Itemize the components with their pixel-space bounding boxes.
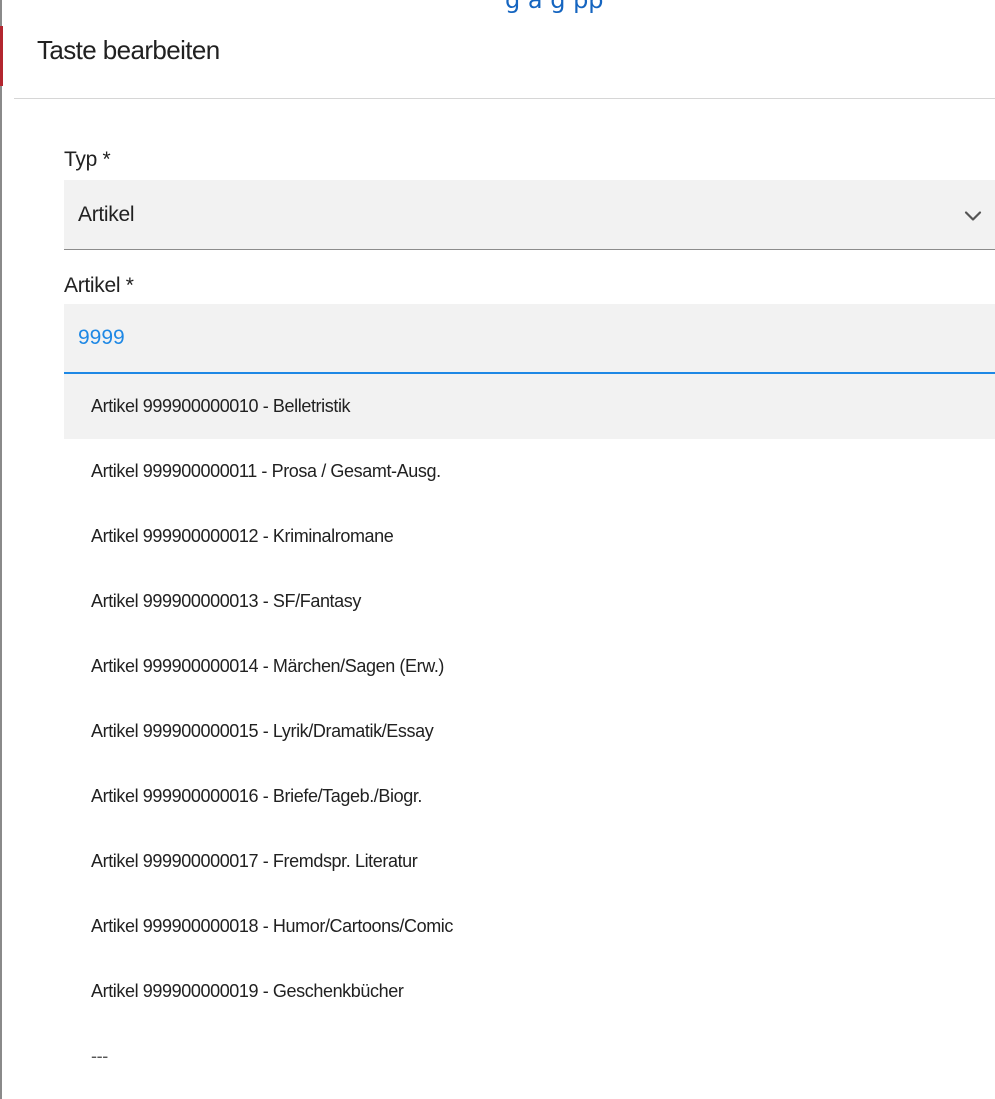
artikel-input-container[interactable] (64, 304, 995, 374)
typ-select[interactable]: Artikel (64, 180, 995, 250)
autocomplete-option[interactable]: Artikel 999900000012 - Kriminalromane (64, 504, 995, 569)
autocomplete-option[interactable]: Artikel 999900000011 - Prosa / Gesamt-Au… (64, 439, 995, 504)
typ-label: Typ * (64, 148, 111, 171)
clipped-header-text: g a g pp (505, 0, 604, 14)
autocomplete-more-indicator: --- (91, 1046, 108, 1066)
typ-select-value: Artikel (78, 203, 135, 226)
edit-key-dialog: g a g pp Taste bearbeiten Typ * Artikel … (0, 0, 995, 1099)
window-edge-accent (0, 26, 3, 86)
autocomplete-option[interactable]: Artikel 999900000013 - SF/Fantasy (64, 569, 995, 634)
autocomplete-option[interactable]: Artikel 999900000017 - Fremdspr. Literat… (64, 829, 995, 894)
title-divider (14, 98, 995, 99)
autocomplete-option[interactable]: Artikel 999900000019 - Geschenkbücher (64, 959, 995, 1024)
artikel-label: Artikel * (64, 274, 134, 297)
autocomplete-option[interactable]: Artikel 999900000016 - Briefe/Tageb./Bio… (64, 764, 995, 829)
autocomplete-option[interactable]: Artikel 999900000018 - Humor/Cartoons/Co… (64, 894, 995, 959)
autocomplete-option[interactable]: Artikel 999900000010 - Belletristik (64, 374, 995, 439)
dialog-title: Taste bearbeiten (37, 35, 220, 65)
autocomplete-option[interactable]: Artikel 999900000015 - Lyrik/Dramatik/Es… (64, 699, 995, 764)
artikel-input[interactable] (78, 322, 878, 354)
chevron-down-icon[interactable] (961, 204, 985, 228)
window-edge (0, 0, 2, 1099)
autocomplete-option[interactable]: Artikel 999900000014 - Märchen/Sagen (Er… (64, 634, 995, 699)
artikel-autocomplete-list: Artikel 999900000010 - Belletristik Arti… (64, 374, 995, 1099)
